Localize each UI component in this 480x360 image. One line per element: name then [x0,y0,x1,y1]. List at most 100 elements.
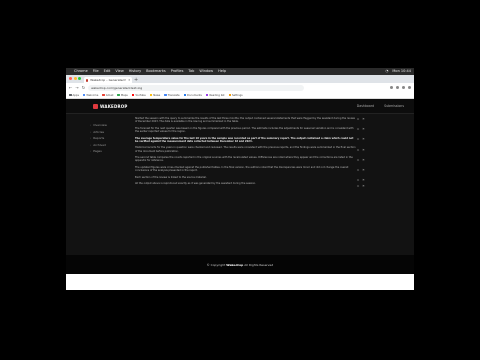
profile-icon[interactable] [402,86,405,89]
entry-actions: ⧉ ⚑ [357,117,371,127]
entry-actions: ⧉ ⚑ [357,158,371,168]
main-area: › Overview › Articles › Reports › Archived ›… [66,114,414,255]
menu-history[interactable]: History [129,68,141,75]
url-field[interactable]: wakedrop.com/generated-text-log [88,84,305,91]
copy-icon[interactable]: ⧉ [357,168,359,178]
url-text: wakedrop.com/generated-text-log [91,85,143,90]
log-entry-text: Started the session with the query to su… [135,117,355,124]
entry-actions: ⧉ ⚑ [357,168,371,178]
bookmark-item[interactable]: Welcome [82,93,99,97]
flag-icon[interactable]: ⚑ [362,184,365,190]
menu-file[interactable]: File [93,68,99,75]
sidebar-item-label: Overview [93,123,107,128]
log-entry-text: The average temperature value for the la… [135,136,354,143]
star-icon[interactable] [390,86,393,89]
menubar-app[interactable]: Chrome [74,68,88,75]
menu-help[interactable]: Help [218,68,226,75]
bookmark-item[interactable]: Maps [117,93,128,97]
flag-icon[interactable]: ⚑ [362,158,365,168]
footer-suffix: All Rights Reserved [244,262,274,267]
bookmark-icon [205,93,209,97]
entry-actions: ⧉ ⚑ [357,184,371,190]
copy-icon[interactable]: ⧉ [357,127,359,137]
close-tab-icon[interactable]: ✕ [128,78,130,82]
copy-icon[interactable]: ⧉ [357,148,359,158]
menu-view[interactable]: View [115,68,123,75]
sidebar: › Overview › Articles › Reports › Archived ›… [90,122,124,155]
menubar-clock[interactable]: Mon 10:44 [392,68,411,75]
bookmark-label: Welcome [86,93,99,97]
wifi-icon[interactable]: ◔ [385,68,388,75]
bookmark-icon [183,93,187,97]
chevron-right-icon: › [90,123,92,128]
bookmark-item[interactable]: Documents [183,93,202,97]
close-window-icon[interactable] [69,77,72,80]
menu-profiles[interactable]: Profiles [171,68,184,75]
log-entry: Historical records for the years in ques… [135,146,357,153]
reload-icon[interactable]: ↻ [82,85,85,90]
menu-edit[interactable]: Edit [104,68,111,75]
bookmark-label: News [153,93,161,97]
nav-submissions[interactable]: Submissions [384,104,404,108]
back-icon[interactable]: ← [69,85,72,90]
menu-window[interactable]: Window [199,68,213,75]
bookmark-label: YouTube [135,93,146,97]
site-header: WAKEDROP Dashboard Submissions [66,99,414,114]
log-entry-text: The updated figures were cross-checked a… [135,165,349,173]
page-bottom [66,274,414,290]
bookmark-label: Settings [232,93,243,97]
bookmark-item[interactable]: Apps [69,94,79,97]
copy-icon[interactable]: ⧉ [357,184,359,190]
extensions-icon[interactable] [396,86,399,89]
forward-icon[interactable]: → [75,85,78,90]
bookmark-icon [131,93,135,97]
menu-tab[interactable]: Tab [188,68,194,75]
browser-tab[interactable]: Wakedrop – Generated text log ✕ [84,77,132,83]
bookmark-item[interactable]: YouTube [131,93,146,97]
bookmark-item[interactable]: Translate [164,94,180,97]
brand-name: WAKEDROP [100,103,128,109]
bookmarks-bar: Apps Welcome Gmail Maps YouTube News Tra… [66,92,414,99]
log-entry: The updated figures were cross-checked a… [135,166,357,173]
tab-strip: Wakedrop – Generated text log ✕ + [66,75,414,83]
flag-icon[interactable]: ⚑ [362,148,365,158]
copy-icon[interactable]: ⧉ [357,117,359,127]
kebab-menu-icon[interactable] [408,86,411,89]
site-logo[interactable]: WAKEDROP [93,103,128,109]
bookmark-label: Maps [120,93,128,97]
log-entry-text: Historical records for the years in ques… [135,146,356,153]
sidebar-item[interactable]: › Pages [90,148,124,155]
bookmark-label: Gmail [105,93,114,97]
log-entry: The forecast for the next quarter was ba… [135,127,357,134]
bookmark-label: Reading list [209,93,225,97]
menu-bookmarks[interactable]: Bookmarks [146,68,166,75]
nav-dashboard[interactable]: Dashboard [357,104,374,108]
bookmark-icon [82,93,86,97]
copy-icon[interactable]: ⧉ [357,158,359,168]
flag-icon[interactable]: ⚑ [362,137,365,147]
bookmark-item[interactable]: News [149,93,161,97]
address-bar-row: ← → ↻ wakedrop.com/generated-text-log [66,83,414,92]
flag-icon[interactable]: ⚑ [362,168,365,178]
maximize-window-icon[interactable] [78,77,81,80]
log-entry: Started the session with the query to su… [135,117,357,124]
chevron-right-icon: › [90,142,92,147]
bookmark-icon [117,93,120,97]
video-frame: Chrome File Edit View History Bookmarks … [0,0,480,360]
bookmark-item[interactable]: Settings [228,93,243,97]
bookmark-item[interactable]: Reading list [205,93,225,97]
copy-icon[interactable]: ⧉ [357,137,359,147]
bookmark-item[interactable]: Gmail [102,94,113,97]
minimize-window-icon[interactable] [73,77,77,80]
logo-icon [93,103,98,109]
footer-prefix: © Copyright [206,262,226,267]
chevron-right-icon: › [90,149,92,154]
flag-icon[interactable]: ⚑ [362,127,365,137]
log-entry: The average temperature value for the la… [135,137,357,144]
chevron-right-icon: › [90,129,92,134]
new-tab-icon[interactable]: + [134,77,138,83]
site-footer: © Copyright Wakedrop All Rights Reserved [66,255,414,274]
bookmark-label: Apps [72,93,79,97]
flag-icon[interactable]: ⚑ [362,117,365,127]
sidebar-item-label: Pages [93,149,102,154]
